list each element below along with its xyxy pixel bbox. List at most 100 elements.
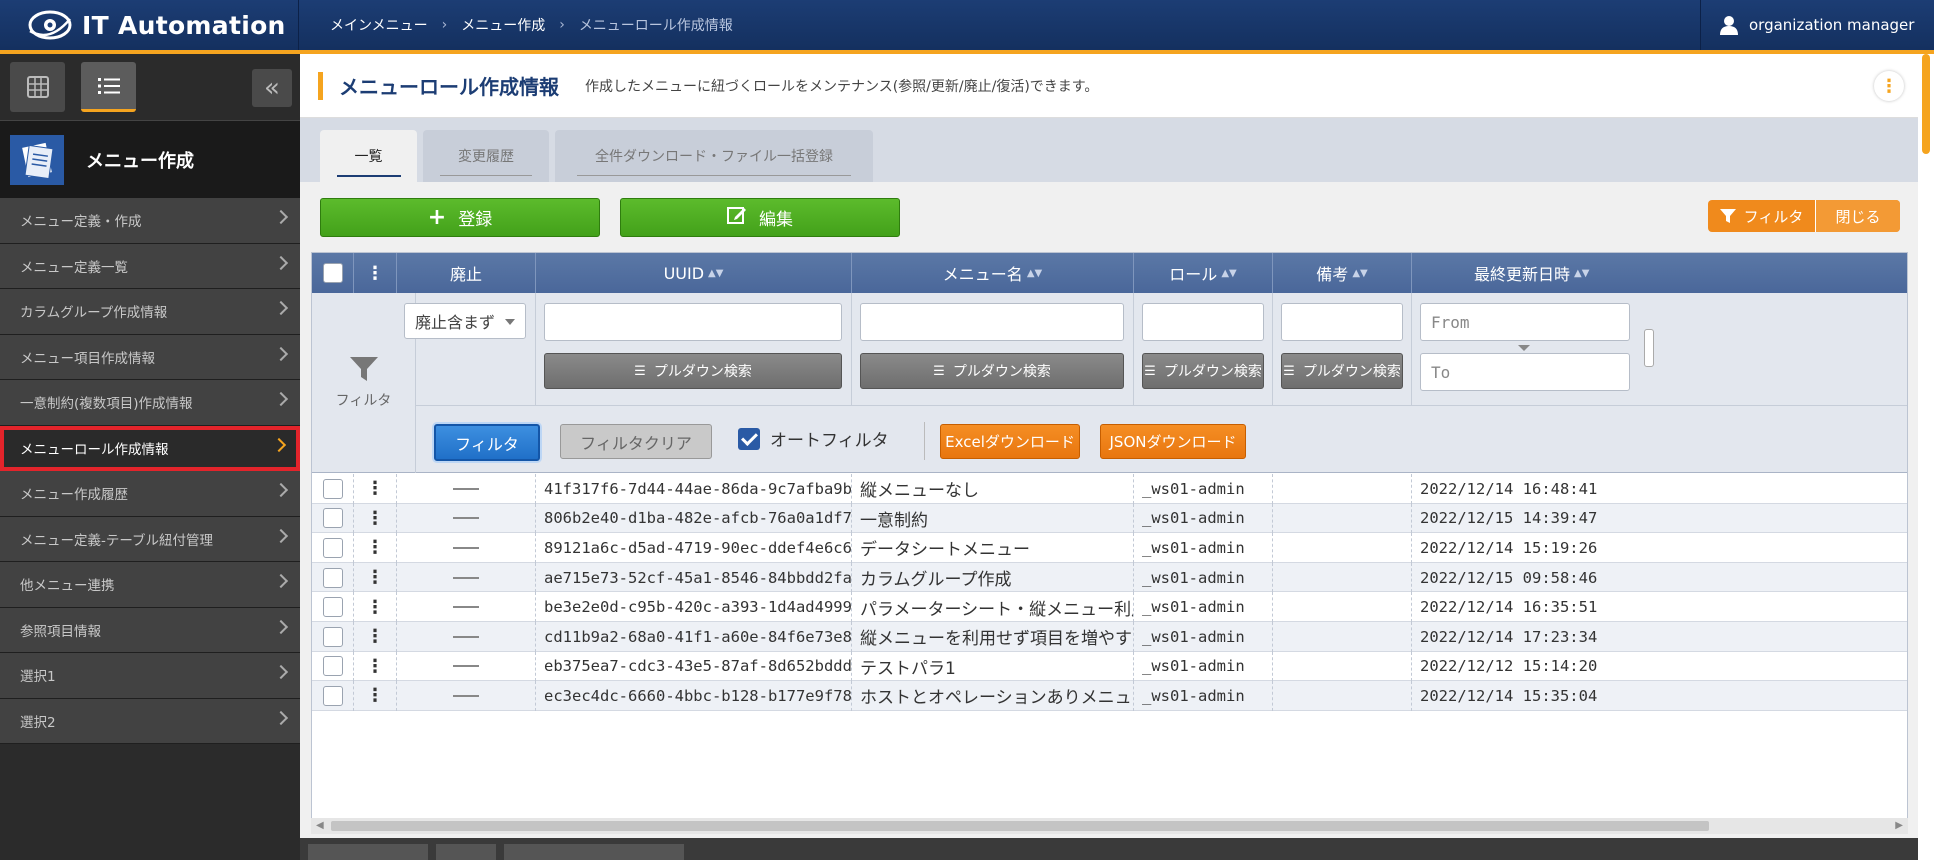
table-row[interactable]: ⋮ ae715e73-52cf-45a1-8546-84bbdd2fafc6 カラム… xyxy=(312,562,1907,593)
sidebar-item[interactable]: カラムグループ作成情報 xyxy=(0,289,300,335)
app-logo[interactable]: IT Automation xyxy=(0,0,299,50)
menu-filter-input[interactable] xyxy=(860,303,1124,341)
column-menu-name[interactable]: メニュー名 ▲▼ xyxy=(852,253,1134,293)
cell-uuid: 89121a6c-d5ad-4719-90ec-ddef4e6c6d2b xyxy=(536,533,852,563)
select-all-checkbox[interactable] xyxy=(322,263,343,283)
vertical-dots-icon[interactable]: ⋮ xyxy=(366,685,384,706)
sidebar-item-label: メニュー作成履歴 xyxy=(20,487,128,504)
cell-menu: 一意制約 xyxy=(852,503,1134,534)
chevron-right-icon xyxy=(273,528,289,543)
cell-note xyxy=(1273,503,1412,534)
vertical-dots-icon[interactable]: ⋮ xyxy=(366,567,384,588)
sidebar-collapse-button[interactable]: « xyxy=(252,69,292,107)
cell-role: _ws01-admin xyxy=(1134,592,1273,622)
cell-note xyxy=(1273,592,1412,622)
sidebar-item-label: カラムグループ作成情報 xyxy=(20,305,168,322)
table-row[interactable]: ⋮ be3e2e0d-c95b-420c-a393-1d4ad49991c1 パラメ… xyxy=(312,592,1907,622)
table-row[interactable]: ⋮ ec3ec4dc-6660-4bbc-b128-b177e9f78f9d ホスト… xyxy=(312,681,1907,711)
sidebar-item[interactable]: メニュー定義-テーブル紐付管理 xyxy=(0,516,300,562)
excel-download-button[interactable]: Excelダウンロード xyxy=(940,424,1080,459)
page-options-button[interactable]: ⋮ xyxy=(1874,71,1904,101)
note-pulldown-button[interactable]: ☰ プルダウン検索 xyxy=(1281,353,1403,389)
sidebar-item[interactable]: 参照項目情報 xyxy=(0,607,300,653)
column-note[interactable]: 備考 ▲▼ xyxy=(1273,253,1412,293)
filter-toggle-label[interactable]: フィルタ xyxy=(1708,200,1816,232)
column-discard[interactable]: 廃止 xyxy=(397,253,536,293)
role-filter-input[interactable] xyxy=(1142,303,1264,341)
cell-uuid: 41f317f6-7d44-44ae-86da-9c7afba9b9c5 xyxy=(536,474,852,504)
date-from-input[interactable]: From xyxy=(1420,303,1630,341)
date-to-input[interactable]: To xyxy=(1420,353,1630,391)
register-button[interactable]: + 登録 xyxy=(320,198,600,237)
sidebar-item[interactable]: 選択2 xyxy=(0,698,300,744)
role-pulldown-button[interactable]: ☰ プルダウン検索 xyxy=(1142,353,1264,389)
tab-change-history[interactable]: 変更履歴 xyxy=(423,130,549,182)
column-role[interactable]: ロール ▲▼ xyxy=(1134,253,1273,293)
filter-discard-cell: 廃止含まず xyxy=(397,293,536,405)
edit-button[interactable]: 編集 xyxy=(620,198,900,237)
scroll-right-icon[interactable]: ▶ xyxy=(1895,820,1903,831)
row-select-cell xyxy=(312,592,354,622)
uuid-pulldown-button[interactable]: ☰ プルダウン検索 xyxy=(544,353,842,389)
vertical-dots-icon[interactable]: ⋮ xyxy=(366,478,384,499)
horizontal-scrollbar[interactable]: ◀ ▶ xyxy=(311,818,1908,834)
funnel-icon xyxy=(349,357,378,381)
sidebar-item[interactable]: メニュー作成履歴 xyxy=(0,471,300,517)
vertical-dots-icon[interactable]: ⋮ xyxy=(366,537,384,558)
row-checkbox[interactable] xyxy=(322,656,343,677)
table-row[interactable]: ⋮ 41f317f6-7d44-44ae-86da-9c7afba9b9c5 縦メニ… xyxy=(312,474,1907,504)
vertical-dots-icon[interactable]: ⋮ xyxy=(366,597,384,618)
sidebar-item[interactable]: 他メニュー連携 xyxy=(0,562,300,608)
filter-button[interactable]: フィルタ xyxy=(434,424,540,461)
user-menu[interactable]: organization manager xyxy=(1700,0,1934,50)
horizontal-scrollbar-thumb[interactable] xyxy=(331,821,1709,831)
double-chevron-left-icon: « xyxy=(264,73,280,103)
row-checkbox[interactable] xyxy=(322,597,343,618)
row-checkbox[interactable] xyxy=(322,478,343,499)
sidebar-item[interactable]: メニューロール作成情報 xyxy=(0,425,300,471)
sidebar-tab-list[interactable] xyxy=(81,62,136,112)
row-checkbox[interactable] xyxy=(322,508,343,529)
tab-list[interactable]: 一覧 xyxy=(320,130,417,182)
sidebar-item[interactable]: メニュー項目作成情報 xyxy=(0,334,300,380)
filter-close-button[interactable]: 閉じる xyxy=(1816,200,1900,232)
vertical-dots-icon[interactable]: ⋮ xyxy=(366,263,384,284)
date-picker-button[interactable] xyxy=(1644,329,1654,367)
row-checkbox[interactable] xyxy=(322,685,343,706)
filter-toggle[interactable]: フィルタ 閉じる xyxy=(1708,200,1900,232)
row-checkbox[interactable] xyxy=(322,567,343,588)
note-filter-input[interactable] xyxy=(1281,303,1403,341)
json-download-button[interactable]: JSONダウンロード xyxy=(1100,424,1246,459)
filter-clear-button[interactable]: フィルタクリア xyxy=(560,424,712,459)
column-last-updated[interactable]: 最終更新日時 ▲▼ xyxy=(1412,253,1907,293)
table-row[interactable]: ⋮ cd11b9a2-68a0-41f1-a60e-84f6e73e8e3d 縦メニ… xyxy=(312,622,1907,652)
pagination-per-page[interactable] xyxy=(504,844,684,860)
uuid-filter-input[interactable] xyxy=(544,303,842,341)
sidebar-item[interactable]: 選択1 xyxy=(0,653,300,699)
column-uuid[interactable]: UUID ▲▼ xyxy=(536,253,852,293)
logo-icon xyxy=(28,9,72,41)
breadcrumb-menu-create[interactable]: メニュー作成 xyxy=(461,15,545,35)
sidebar-tab-grid[interactable] xyxy=(10,62,65,112)
vertical-dots-icon[interactable]: ⋮ xyxy=(366,508,384,529)
row-checkbox[interactable] xyxy=(322,626,343,647)
discard-filter-select[interactable]: 廃止含まず xyxy=(404,303,526,339)
table-row[interactable]: ⋮ eb375ea7-cdc3-43e5-87af-8d652bdddc73 テスト… xyxy=(312,651,1907,682)
scroll-left-icon[interactable]: ◀ xyxy=(316,820,324,831)
sidebar-item[interactable]: 一意制約(複数項目)作成情報 xyxy=(0,380,300,426)
sidebar-item-label: 選択1 xyxy=(20,669,56,686)
table-row[interactable]: ⋮ 89121a6c-d5ad-4719-90ec-ddef4e6c6d2b データ… xyxy=(312,533,1907,563)
table-row[interactable]: ⋮ 806b2e40-d1ba-482e-afcb-76a0a1df7f4e 一意制… xyxy=(312,503,1907,534)
auto-filter-checkbox[interactable] xyxy=(738,427,760,450)
vertical-dots-icon[interactable]: ⋮ xyxy=(366,626,384,647)
breadcrumb-main-menu[interactable]: メインメニュー xyxy=(330,15,428,35)
sidebar-item[interactable]: メニュー定義・作成 xyxy=(0,198,300,244)
vertical-scrollbar[interactable] xyxy=(1918,54,1934,860)
row-checkbox[interactable] xyxy=(322,537,343,558)
sidebar-item[interactable]: メニュー定義一覧 xyxy=(0,243,300,289)
menu-pulldown-button[interactable]: ☰ プルダウン検索 xyxy=(860,353,1124,389)
auto-filter-toggle[interactable]: オートフィルタ xyxy=(738,426,889,451)
vertical-scrollbar-thumb[interactable] xyxy=(1922,54,1930,154)
tab-bulk-download[interactable]: 全件ダウンロード・ファイル一括登録 xyxy=(555,130,873,182)
vertical-dots-icon[interactable]: ⋮ xyxy=(366,656,384,677)
